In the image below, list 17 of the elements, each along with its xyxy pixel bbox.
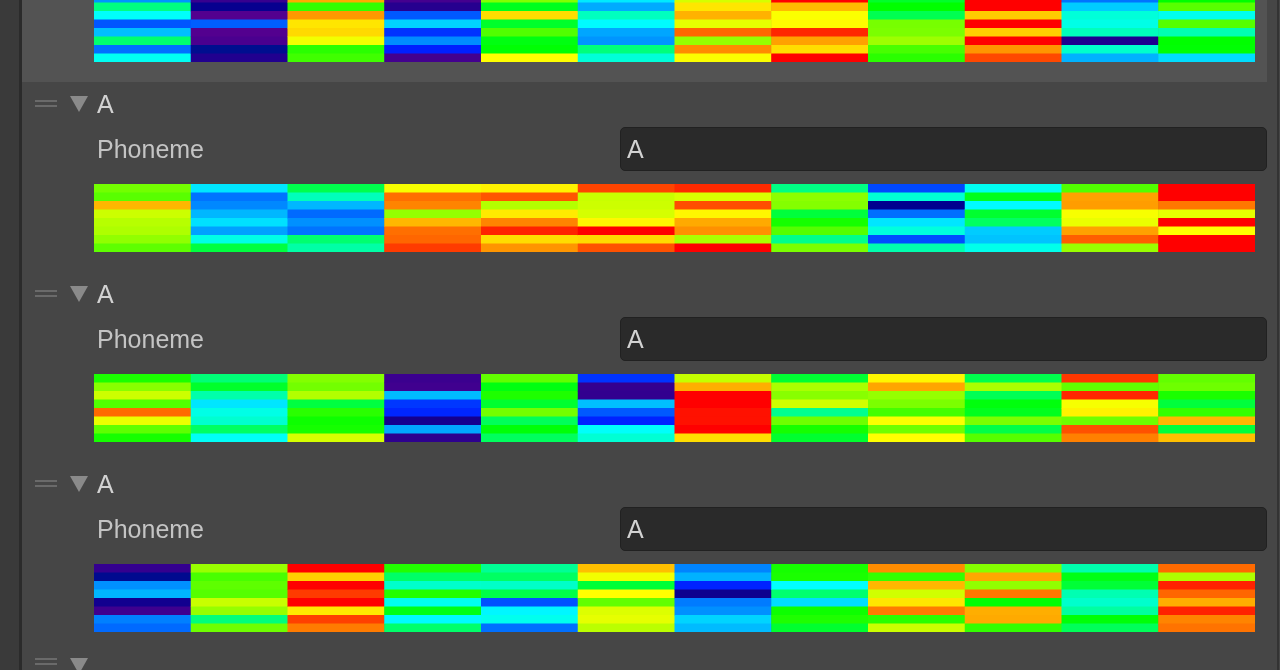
text-field[interactable]: A bbox=[620, 317, 1267, 361]
entry-title: A bbox=[97, 471, 114, 497]
triangle-icon[interactable] bbox=[70, 96, 88, 112]
triangle-icon[interactable] bbox=[70, 286, 88, 302]
field-label: Phoneme bbox=[97, 136, 206, 162]
triangle-icon[interactable] bbox=[70, 476, 88, 492]
drag-handle-icon[interactable] bbox=[35, 658, 57, 666]
entry-title: A bbox=[97, 281, 114, 307]
triangle-icon[interactable] bbox=[70, 658, 88, 670]
drag-handle-icon[interactable] bbox=[35, 100, 57, 108]
text-field[interactable]: A bbox=[620, 507, 1267, 551]
field-label: Phoneme bbox=[97, 326, 206, 352]
field-label: Phoneme bbox=[97, 516, 206, 542]
drag-handle-icon[interactable] bbox=[35, 480, 57, 488]
entry-title: A bbox=[97, 91, 114, 117]
drag-handle-icon[interactable] bbox=[35, 290, 57, 298]
text-field[interactable]: A bbox=[620, 127, 1267, 171]
